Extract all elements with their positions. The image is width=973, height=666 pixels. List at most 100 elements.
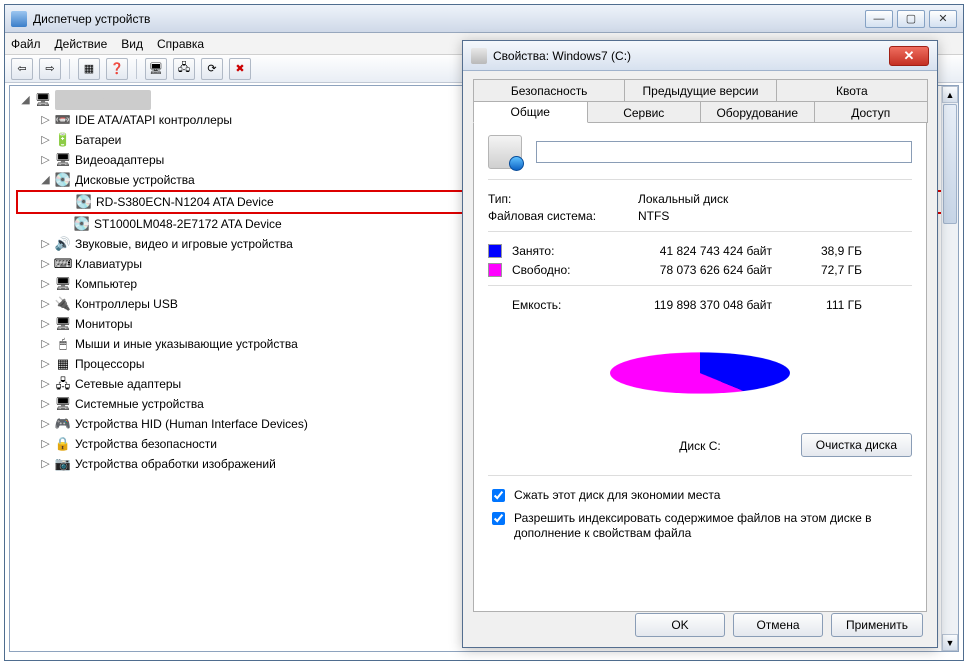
close-button[interactable]: ✕	[889, 46, 929, 66]
minimize-button[interactable]: —	[865, 10, 893, 28]
expander-icon[interactable]: ▷	[40, 414, 51, 434]
expander-icon[interactable]: ▷	[40, 254, 51, 274]
index-checkbox[interactable]	[492, 512, 505, 525]
free-label: Свободно:	[512, 263, 612, 277]
drive-properties-dialog: Свойства: Windows7 (C:) ✕ Безопасность П…	[462, 40, 938, 648]
close-button[interactable]: ✕	[929, 10, 957, 28]
network-icon: 🖧	[55, 376, 71, 392]
node-label: Системные устройства	[75, 394, 204, 414]
system-icon: 🖥	[55, 396, 71, 412]
tab-sharing[interactable]: Доступ	[814, 101, 929, 123]
scroll-thumb[interactable]	[943, 104, 957, 224]
imaging-icon: 📷	[55, 456, 71, 472]
compress-checkbox-row[interactable]: Сжать этот диск для экономии места	[488, 488, 912, 505]
menu-file[interactable]: Файл	[11, 37, 41, 51]
tab-tools[interactable]: Сервис	[587, 101, 702, 123]
toolbar-props-icon[interactable]: ▦	[78, 58, 100, 80]
expander-icon[interactable]: ▷	[40, 454, 51, 474]
expander-icon[interactable]: ▷	[40, 130, 51, 150]
toolbar-scan-icon[interactable]: 🖥	[145, 58, 167, 80]
toolbar-fwd-icon[interactable]: ⇨	[39, 58, 61, 80]
drive-label-input[interactable]	[536, 141, 912, 163]
expander-icon[interactable]: ▷	[40, 150, 51, 170]
dm-titlebar[interactable]: Диспетчер устройств — ▢ ✕	[5, 5, 963, 33]
menu-help[interactable]: Справка	[157, 37, 204, 51]
display-adapter-icon: 🖥	[55, 152, 71, 168]
prop-content: Безопасность Предыдущие версии Квота Общ…	[463, 71, 937, 622]
sound-icon: 🔊	[55, 236, 71, 252]
scroll-up-icon[interactable]: ▲	[942, 86, 958, 103]
node-label: Устройства обработки изображений	[75, 454, 276, 474]
apply-button[interactable]: Применить	[831, 613, 923, 637]
toolbar-uninstall-icon[interactable]: ✖	[229, 58, 251, 80]
node-label: Процессоры	[75, 354, 145, 374]
compress-label: Сжать этот диск для экономии места	[514, 488, 720, 503]
tab-hardware[interactable]: Оборудование	[700, 101, 815, 123]
used-swatch-icon	[488, 244, 502, 258]
expander-icon[interactable]: ▷	[40, 394, 51, 414]
prop-title: Свойства: Windows7 (C:)	[493, 49, 889, 63]
tab-general[interactable]: Общие	[473, 101, 588, 123]
node-label: Устройства безопасности	[75, 434, 217, 454]
expander-icon[interactable]: ▷	[40, 314, 51, 334]
computer-icon: 🖥	[35, 92, 51, 108]
node-label: Мыши и иные указывающие устройства	[75, 334, 298, 354]
toolbar-back-icon[interactable]: ⇦	[11, 58, 33, 80]
menu-action[interactable]: Действие	[55, 37, 108, 51]
node-label: ST1000LM048-2E7172 ATA Device	[94, 214, 282, 234]
prop-titlebar[interactable]: Свойства: Windows7 (C:) ✕	[463, 41, 937, 71]
capacity-label: Емкость:	[512, 298, 612, 312]
tab-previous-versions[interactable]: Предыдущие версии	[624, 79, 776, 101]
node-label: Батареи	[75, 130, 121, 150]
index-checkbox-row[interactable]: Разрешить индексировать содержимое файло…	[488, 511, 912, 541]
node-label: Мониторы	[75, 314, 132, 334]
node-label: Дисковые устройства	[75, 170, 195, 190]
ok-button[interactable]: OK	[635, 613, 725, 637]
expander-icon[interactable]: ◢	[40, 170, 51, 190]
fs-label: Файловая система:	[488, 209, 638, 223]
type-label: Тип:	[488, 192, 638, 206]
ide-icon: 📼	[55, 112, 71, 128]
toolbar-sep2	[136, 59, 137, 79]
cancel-button[interactable]: Отмена	[733, 613, 823, 637]
tree-scrollbar[interactable]: ▲ ▼	[941, 86, 958, 651]
toolbar-sep	[69, 59, 70, 79]
maximize-button[interactable]: ▢	[897, 10, 925, 28]
compress-checkbox[interactable]	[492, 489, 505, 502]
node-label: Сетевые адаптеры	[75, 374, 181, 394]
expander-icon[interactable]: ▷	[40, 110, 51, 130]
scroll-down-icon[interactable]: ▼	[942, 634, 958, 651]
expander-icon[interactable]: ▷	[40, 294, 51, 314]
cpu-icon: ▦	[55, 356, 71, 372]
expander-icon[interactable]: ▷	[40, 354, 51, 374]
expander-icon[interactable]: ▷	[40, 274, 51, 294]
toolbar-refresh-icon[interactable]: 🖧	[173, 58, 195, 80]
node-label: Видеоадаптеры	[75, 150, 164, 170]
dm-title: Диспетчер устройств	[33, 12, 865, 26]
tab-security[interactable]: Безопасность	[473, 79, 625, 101]
toolbar-update-icon[interactable]: ⟳	[201, 58, 223, 80]
node-label: Контроллеры USB	[75, 294, 178, 314]
capacity-human: 111 ГБ	[792, 298, 862, 312]
free-human: 72,7 ГБ	[792, 263, 862, 277]
menu-view[interactable]: Вид	[121, 37, 143, 51]
dialog-button-bar: OK Отмена Применить	[635, 613, 923, 637]
toolbar-help-icon[interactable]: ❓	[106, 58, 128, 80]
used-label: Занято:	[512, 244, 612, 258]
expander-icon[interactable]: ▷	[40, 234, 51, 254]
expander-icon[interactable]: ▷	[40, 434, 51, 454]
divider	[488, 475, 912, 476]
used-bytes: 41 824 743 424 байт	[612, 244, 792, 258]
expander-icon[interactable]: ▷	[40, 334, 51, 354]
fs-value: NTFS	[638, 209, 669, 223]
expander-icon[interactable]: ◢	[20, 90, 31, 110]
divider	[488, 285, 912, 286]
tab-pane-general: Тип: Локальный диск Файловая система: NT…	[473, 122, 927, 612]
index-label: Разрешить индексировать содержимое файло…	[514, 511, 912, 541]
tab-bar: Безопасность Предыдущие версии Квота Общ…	[473, 79, 927, 123]
tab-quota[interactable]: Квота	[776, 79, 928, 101]
expander-icon[interactable]: ▷	[40, 374, 51, 394]
security-icon: 🔒	[55, 436, 71, 452]
pc-icon: 🖥	[55, 276, 71, 292]
used-human: 38,9 ГБ	[792, 244, 862, 258]
